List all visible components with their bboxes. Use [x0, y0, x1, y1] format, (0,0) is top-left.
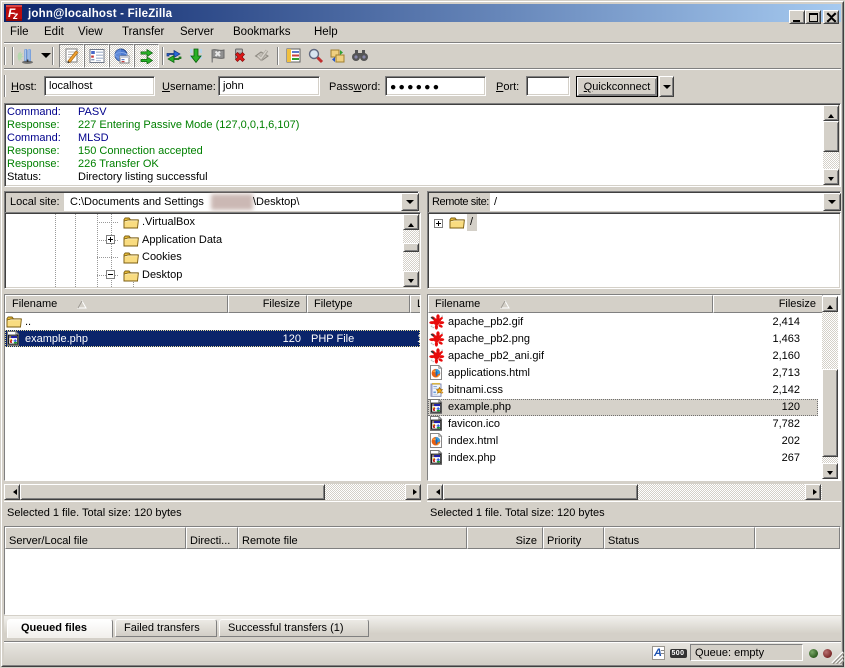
svg-text:z: z	[12, 11, 18, 21]
